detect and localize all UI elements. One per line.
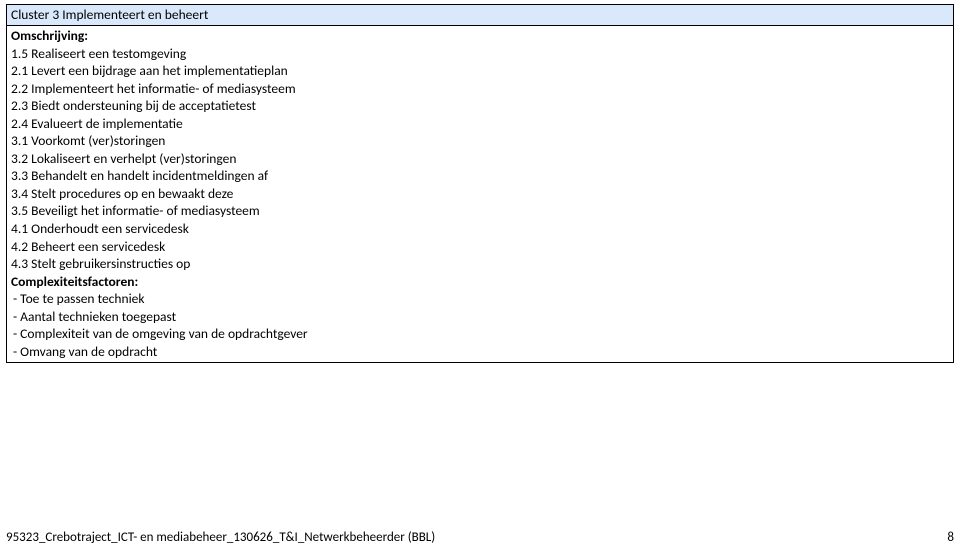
complexiteits-item: - Complexiteit van de omgeving van de op… bbox=[11, 325, 949, 343]
page-footer: 95323_Crebotraject_ICT- en mediabeheer_1… bbox=[6, 530, 954, 545]
omschrijving-item: 3.4 Stelt procedures op en bewaakt deze bbox=[11, 185, 949, 203]
omschrijving-label: Omschrijving: bbox=[11, 27, 949, 45]
omschrijving-item: 3.2 Lokaliseert en verhelpt (ver)storing… bbox=[11, 150, 949, 168]
omschrijving-item: 2.3 Biedt ondersteuning bij de acceptati… bbox=[11, 97, 949, 115]
cluster-header: Cluster 3 Implementeert en beheert bbox=[7, 5, 954, 26]
cluster-header-text: Cluster 3 Implementeert en beheert bbox=[11, 6, 208, 23]
omschrijving-item: 3.5 Beveiligt het informatie- of mediasy… bbox=[11, 202, 949, 220]
document-page: Cluster 3 Implementeert en beheert Omsch… bbox=[0, 0, 960, 555]
main-table: Cluster 3 Implementeert en beheert Omsch… bbox=[6, 4, 954, 363]
omschrijving-item: 2.1 Levert een bijdrage aan het implemen… bbox=[11, 62, 949, 80]
complexiteits-item: - Omvang van de opdracht bbox=[11, 343, 949, 361]
page-number: 8 bbox=[947, 530, 954, 545]
omschrijving-item: 3.3 Behandelt en handelt incidentmelding… bbox=[11, 167, 949, 185]
omschrijving-item: 2.2 Implementeert het informatie- of med… bbox=[11, 80, 949, 98]
omschrijving-item: 4.2 Beheert een servicedesk bbox=[11, 238, 949, 256]
omschrijving-item: 4.3 Stelt gebruikersinstructies op bbox=[11, 255, 949, 273]
omschrijving-item: 1.5 Realiseert een testomgeving bbox=[11, 45, 949, 63]
footer-text: 95323_Crebotraject_ICT- en mediabeheer_1… bbox=[6, 530, 435, 545]
complexiteits-label: Complexiteitsfactoren: bbox=[11, 273, 949, 291]
content-cell: Omschrijving: 1.5 Realiseert een testomg… bbox=[7, 26, 954, 363]
complexiteits-item: - Aantal technieken toegepast bbox=[11, 308, 949, 326]
omschrijving-item: 3.1 Voorkomt (ver)storingen bbox=[11, 132, 949, 150]
omschrijving-item: 4.1 Onderhoudt een servicedesk bbox=[11, 220, 949, 238]
complexiteits-item: - Toe te passen techniek bbox=[11, 290, 949, 308]
omschrijving-item: 2.4 Evalueert de implementatie bbox=[11, 115, 949, 133]
